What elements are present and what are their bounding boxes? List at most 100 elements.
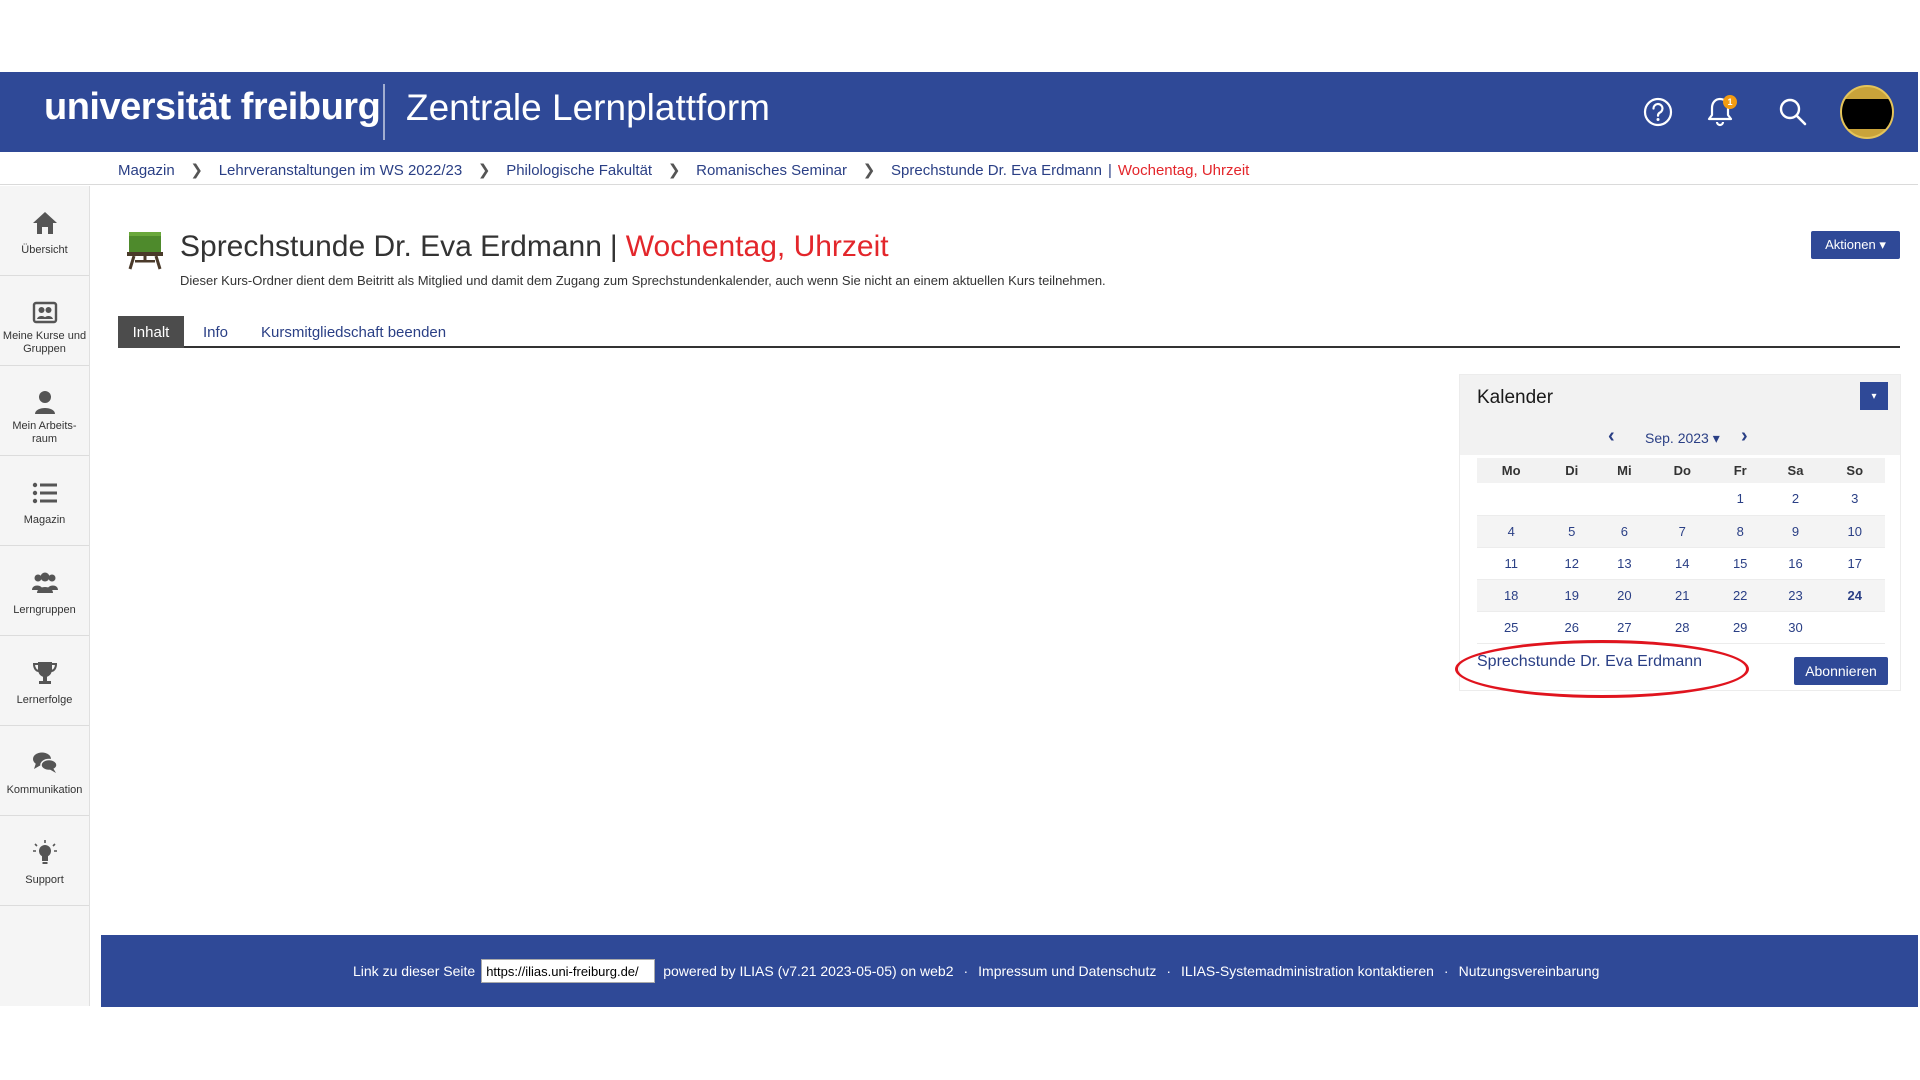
calendar-day[interactable]: 30: [1766, 611, 1825, 644]
page-title-text: Sprechstunde Dr. Eva Erdmann: [180, 230, 602, 263]
search-icon[interactable]: [1773, 92, 1813, 132]
weekday-header: Mi: [1598, 458, 1651, 483]
calendar-day[interactable]: 2: [1766, 483, 1825, 516]
permalink-input[interactable]: [481, 959, 656, 983]
calendar-day[interactable]: 28: [1650, 611, 1714, 644]
breadcrumb-item-lehrveranstaltungen[interactable]: Lehrveranstaltungen im WS 2022/23: [219, 162, 462, 179]
calendar-week-row: 123: [1477, 483, 1885, 516]
calendar-day[interactable]: 22: [1713, 579, 1767, 612]
calendar-day[interactable]: 17: [1824, 547, 1885, 580]
sidebar-item-lerngruppen[interactable]: Lerngruppen: [0, 546, 89, 636]
calendar-day[interactable]: 15: [1713, 547, 1767, 580]
calendar-day[interactable]: 21: [1650, 579, 1714, 612]
calendar-day[interactable]: 27: [1598, 611, 1651, 644]
sidebar-item-kommunikation[interactable]: Kommunikation: [0, 726, 89, 816]
month-selector[interactable]: Sep. 2023 ▾: [1645, 430, 1720, 447]
calendar-day[interactable]: 4: [1477, 515, 1546, 548]
calendar-link-sprechstunde[interactable]: Sprechstunde Dr. Eva Erdmann: [1477, 653, 1702, 671]
calendar-options-dropdown[interactable]: ▾: [1860, 382, 1888, 410]
page-title: Sprechstunde Dr. Eva Erdmann | Wochentag, …: [180, 230, 889, 264]
breadcrumb-item-seminar[interactable]: Romanisches Seminar: [696, 162, 847, 179]
calendar-grid: Mo Di Mi Do Fr Sa So 1 2 3 4 5 6 7 8 9 10 11 12 13 14…: [1477, 458, 1885, 644]
footer-link-nutzungsvereinbarung[interactable]: Nutzungsvereinbarung: [1459, 963, 1600, 979]
weekday-header-row: Mo Di Mi Do Fr Sa So: [1477, 458, 1885, 483]
chevron-left-icon[interactable]: ‹: [1608, 425, 1615, 448]
avatar-redaction: [1842, 99, 1892, 129]
calendar-day[interactable]: 13: [1598, 547, 1651, 580]
calendar-day[interactable]: 6: [1598, 515, 1651, 548]
calendar-day[interactable]: 9: [1766, 515, 1825, 548]
help-icon[interactable]: [1638, 92, 1678, 132]
university-logo[interactable]: universität freiburg: [44, 86, 381, 129]
footer-content: Link zu dieser Seite powered by ILIAS (v…: [353, 959, 1599, 983]
breadcrumb-current: Wochentag, Uhrzeit: [1117, 161, 1250, 179]
calendar-day[interactable]: 1: [1713, 483, 1767, 516]
sidebar-item-label: Mein Arbeits- raum: [12, 420, 77, 445]
sidebar-item-magazin[interactable]: Magazin: [0, 456, 89, 546]
sidebar-item-support[interactable]: Support: [0, 816, 89, 906]
calendar-day[interactable]: 5: [1545, 515, 1599, 548]
user-icon: [35, 391, 55, 414]
breadcrumb-item-magazin[interactable]: Magazin: [118, 162, 175, 179]
calendar-day[interactable]: 25: [1477, 611, 1546, 644]
actions-dropdown-button[interactable]: Aktionen ▾: [1811, 231, 1900, 259]
notification-badge: 1: [1723, 95, 1737, 109]
calendar-widget: Kalender ▾ ‹ Sep. 2023 ▾ › Mo Di Mi Do F…: [1460, 375, 1900, 690]
calendar-day[interactable]: 14: [1650, 547, 1714, 580]
subscribe-button[interactable]: Abonnieren: [1794, 657, 1888, 685]
top-bar: universität freiburg Zentrale Lernplattf…: [0, 72, 1918, 152]
permalink-label: Link zu dieser Seite: [353, 963, 476, 979]
footer-link-admin-contact[interactable]: ILIAS-Systemadministration kontaktieren: [1181, 963, 1434, 979]
tab-bar: Inhalt Info Kursmitgliedschaft beenden: [118, 316, 1900, 348]
calendar-day[interactable]: 3: [1824, 483, 1885, 516]
tab-kursmitgliedschaft-beenden[interactable]: Kursmitgliedschaft beenden: [261, 316, 446, 348]
sidebar-item-uebersicht[interactable]: Übersicht: [0, 186, 89, 276]
calendar-day[interactable]: 10: [1824, 515, 1885, 548]
footer-separator: ·: [1443, 963, 1449, 979]
user-avatar[interactable]: [1840, 85, 1894, 139]
breadcrumb-separator: |: [1107, 161, 1112, 179]
footer-link-impressum[interactable]: Impressum und Datenschutz: [978, 963, 1156, 979]
chevron-right-icon[interactable]: ›: [1741, 425, 1748, 448]
calendar-day[interactable]: 7: [1650, 515, 1714, 548]
calendar-day[interactable]: 11: [1477, 547, 1546, 580]
footer: Link zu dieser Seite powered by ILIAS (v…: [101, 935, 1918, 1007]
calendar-day[interactable]: 12: [1545, 547, 1599, 580]
list-icon: [32, 482, 57, 504]
sidebar-item-label: Lerngruppen: [13, 604, 76, 616]
sidebar-item-label: Übersicht: [21, 244, 68, 256]
title-separator: |: [609, 230, 618, 263]
calendar-day[interactable]: 23: [1766, 579, 1825, 612]
tab-info[interactable]: Info: [203, 316, 228, 348]
weekday-header: Fr: [1713, 458, 1767, 483]
calendar-empty-cell: [1650, 483, 1714, 516]
calendar-day[interactable]: 26: [1545, 611, 1599, 644]
home-icon: [33, 212, 57, 234]
chevron-right-icon: ❯: [862, 162, 876, 179]
breadcrumb-item-sprechstunde[interactable]: Sprechstunde Dr. Eva Erdmann: [891, 162, 1102, 179]
sidebar-item-meine-kurse[interactable]: Meine Kurse und Gruppen: [0, 276, 89, 366]
calendar-day[interactable]: 18: [1477, 579, 1546, 612]
chat-icon: [33, 752, 58, 773]
sidebar-item-arbeitsraum[interactable]: Mein Arbeits- raum: [0, 366, 89, 456]
sidebar-item-label: Meine Kurse und Gruppen: [2, 330, 87, 355]
course-folder-icon: [126, 230, 164, 270]
trophy-icon: [32, 662, 58, 684]
breadcrumb-item-fakultaet[interactable]: Philologische Fakultät: [506, 162, 652, 179]
chevron-right-icon: ❯: [190, 162, 203, 179]
weekday-header: Do: [1650, 458, 1714, 483]
breadcrumb-divider: [0, 184, 1918, 185]
calendar-navigation: ‹ Sep. 2023 ▾ ›: [1460, 419, 1900, 455]
calendar-week-row: 25 26 27 28 29 30: [1477, 611, 1885, 644]
sidebar-item-lernerfolge[interactable]: Lernerfolge: [0, 636, 89, 726]
footer-separator: ·: [963, 963, 969, 979]
calendar-day[interactable]: 16: [1766, 547, 1825, 580]
tab-inhalt[interactable]: Inhalt: [118, 316, 184, 348]
calendar-day[interactable]: 29: [1713, 611, 1767, 644]
sidebar-item-label: Kommunikation: [6, 784, 83, 796]
calendar-day[interactable]: 8: [1713, 515, 1767, 548]
calendar-day[interactable]: 20: [1598, 579, 1651, 612]
notifications-bell-icon[interactable]: 1: [1700, 92, 1740, 132]
calendar-day[interactable]: 24: [1824, 579, 1885, 612]
calendar-day[interactable]: 19: [1545, 579, 1599, 612]
